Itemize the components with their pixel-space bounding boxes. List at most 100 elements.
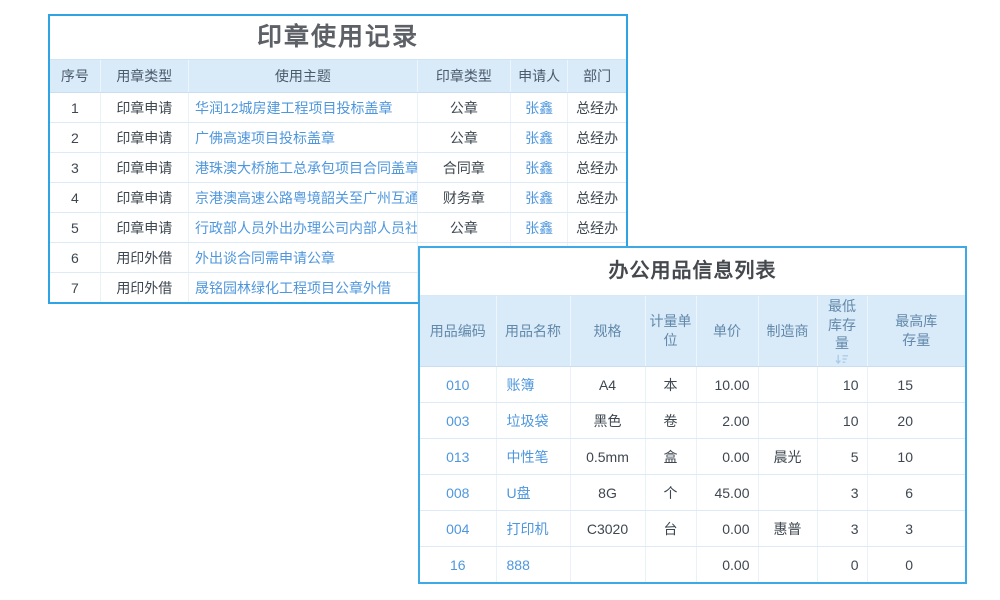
cell-spec: [570, 547, 645, 583]
cell-max-stock: 20: [867, 403, 965, 439]
cell-manufacturer: 晨光: [758, 439, 817, 475]
cell-department: 总经办: [568, 183, 626, 213]
col-header-spec: 规格: [570, 296, 645, 367]
cell-manufacturer: 惠普: [758, 511, 817, 547]
cell-max-stock: 10: [867, 439, 965, 475]
cell-index: 4: [50, 183, 100, 213]
office-supplies-row: 013 中性笔 0.5mm 盒 0.00 晨光 5 10: [420, 439, 965, 475]
col-header-department: 部门: [568, 60, 626, 93]
cell-min-stock: 5: [817, 439, 867, 475]
cell-unit: 卷: [645, 403, 696, 439]
col-header-seal-type: 印章类型: [417, 60, 510, 93]
cell-subject-link[interactable]: 晟铭园林绿化工程项目公章外借: [188, 273, 417, 303]
office-supplies-row: 004 打印机 C3020 台 0.00 惠普 3 3: [420, 511, 965, 547]
cell-usage-type: 印章申请: [100, 183, 188, 213]
col-header-item-code: 用品编码: [420, 296, 496, 367]
office-supplies-table-body: 010 账簿 A4 本 10.00 10 15 003 垃圾袋 黑色 卷 2.0…: [420, 367, 965, 583]
cell-min-stock: 10: [817, 367, 867, 403]
cell-usage-type: 印章申请: [100, 213, 188, 243]
cell-unit-price: 0.00: [696, 511, 758, 547]
col-header-index: 序号: [50, 60, 100, 93]
cell-applicant-link[interactable]: 张鑫: [511, 153, 568, 183]
cell-unit-price: 0.00: [696, 439, 758, 475]
cell-seal-type: 合同章: [417, 153, 510, 183]
cell-applicant-link[interactable]: 张鑫: [511, 183, 568, 213]
office-supplies-header-row: 用品编码 用品名称 规格 计量单位 单价 制造商 最低库存量 最高库存量: [420, 296, 965, 367]
cell-usage-type: 印章申请: [100, 123, 188, 153]
seal-usage-row: 2 印章申请 广佛高速项目投标盖章 公章 张鑫 总经办: [50, 123, 626, 153]
cell-index: 3: [50, 153, 100, 183]
cell-spec: 0.5mm: [570, 439, 645, 475]
cell-unit: 台: [645, 511, 696, 547]
col-header-min-stock[interactable]: 最低库存量: [817, 296, 867, 367]
office-supplies-window: 办公用品信息列表 用品编码 用品名称 规格 计量单位 单价 制造商 最低库存量: [418, 246, 967, 584]
seal-usage-header-row: 序号 用章类型 使用主题 印章类型 申请人 部门: [50, 60, 626, 93]
cell-subject-link[interactable]: 行政部人员外出办理公司内部人员社: [188, 213, 417, 243]
col-header-item-name: 用品名称: [496, 296, 570, 367]
cell-applicant-link[interactable]: 张鑫: [511, 123, 568, 153]
cell-item-code-link[interactable]: 16: [420, 547, 496, 583]
cell-manufacturer: [758, 367, 817, 403]
cell-item-name-link[interactable]: 打印机: [496, 511, 570, 547]
cell-spec: 8G: [570, 475, 645, 511]
cell-applicant-link[interactable]: 张鑫: [511, 93, 568, 123]
col-header-usage-type: 用章类型: [100, 60, 188, 93]
cell-usage-type: 用印外借: [100, 273, 188, 303]
cell-unit: 本: [645, 367, 696, 403]
sort-icon[interactable]: [835, 354, 849, 365]
cell-min-stock: 3: [817, 475, 867, 511]
cell-applicant-link[interactable]: 张鑫: [511, 213, 568, 243]
cell-item-name-link[interactable]: 垃圾袋: [496, 403, 570, 439]
cell-item-name-link[interactable]: 账簿: [496, 367, 570, 403]
cell-unit-price: 0.00: [696, 547, 758, 583]
cell-unit-price: 45.00: [696, 475, 758, 511]
cell-spec: C3020: [570, 511, 645, 547]
cell-index: 7: [50, 273, 100, 303]
seal-usage-row: 5 印章申请 行政部人员外出办理公司内部人员社 公章 张鑫 总经办: [50, 213, 626, 243]
cell-item-code-link[interactable]: 010: [420, 367, 496, 403]
col-header-applicant: 申请人: [511, 60, 568, 93]
col-header-unit-price: 单价: [696, 296, 758, 367]
cell-department: 总经办: [568, 93, 626, 123]
cell-manufacturer: [758, 403, 817, 439]
cell-seal-type: 公章: [417, 213, 510, 243]
cell-seal-type: 公章: [417, 93, 510, 123]
cell-manufacturer: [758, 547, 817, 583]
cell-item-code-link[interactable]: 004: [420, 511, 496, 547]
cell-item-code-link[interactable]: 008: [420, 475, 496, 511]
cell-max-stock: 3: [867, 511, 965, 547]
cell-subject-link[interactable]: 外出谈合同需申请公章: [188, 243, 417, 273]
cell-max-stock: 6: [867, 475, 965, 511]
col-header-max-stock: 最高库存量: [867, 296, 965, 367]
cell-min-stock: 3: [817, 511, 867, 547]
cell-index: 5: [50, 213, 100, 243]
cell-item-name-link[interactable]: 中性笔: [496, 439, 570, 475]
cell-unit-price: 10.00: [696, 367, 758, 403]
cell-subject-link[interactable]: 港珠澳大桥施工总承包项目合同盖章: [188, 153, 417, 183]
cell-subject-link[interactable]: 华润12城房建工程项目投标盖章: [188, 93, 417, 123]
col-header-unit: 计量单位: [645, 296, 696, 367]
cell-item-name-link[interactable]: 888: [496, 547, 570, 583]
seal-usage-row: 4 印章申请 京港澳高速公路粤境韶关至广州互通 财务章 张鑫 总经办: [50, 183, 626, 213]
cell-index: 2: [50, 123, 100, 153]
cell-subject-link[interactable]: 广佛高速项目投标盖章: [188, 123, 417, 153]
office-supplies-row: 010 账簿 A4 本 10.00 10 15: [420, 367, 965, 403]
seal-usage-row: 3 印章申请 港珠澳大桥施工总承包项目合同盖章 合同章 张鑫 总经办: [50, 153, 626, 183]
col-header-subject: 使用主题: [188, 60, 417, 93]
cell-item-code-link[interactable]: 013: [420, 439, 496, 475]
office-supplies-title: 办公用品信息列表: [420, 248, 965, 296]
cell-manufacturer: [758, 475, 817, 511]
cell-item-name-link[interactable]: U盘: [496, 475, 570, 511]
cell-spec: A4: [570, 367, 645, 403]
cell-item-code-link[interactable]: 003: [420, 403, 496, 439]
cell-usage-type: 印章申请: [100, 93, 188, 123]
cell-max-stock: 15: [867, 367, 965, 403]
cell-subject-link[interactable]: 京港澳高速公路粤境韶关至广州互通: [188, 183, 417, 213]
cell-seal-type: 财务章: [417, 183, 510, 213]
cell-max-stock: 0: [867, 547, 965, 583]
cell-department: 总经办: [568, 123, 626, 153]
office-supplies-row: 16 888 0.00 0 0: [420, 547, 965, 583]
cell-seal-type: 公章: [417, 123, 510, 153]
seal-usage-row: 1 印章申请 华润12城房建工程项目投标盖章 公章 张鑫 总经办: [50, 93, 626, 123]
cell-unit: 盒: [645, 439, 696, 475]
